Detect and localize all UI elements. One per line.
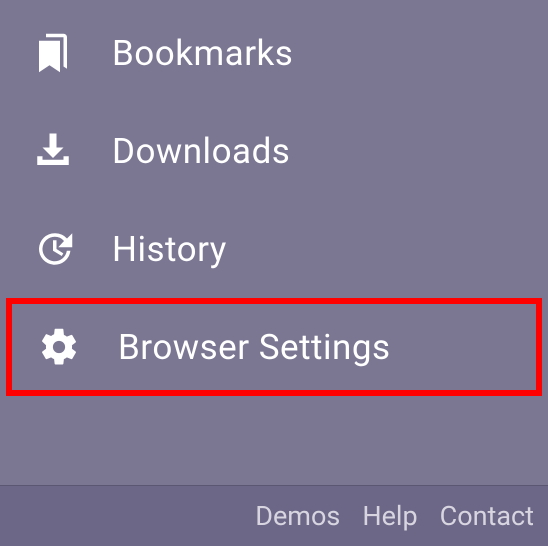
menu-label-bookmarks: Bookmarks (112, 33, 293, 74)
footer-link-contact[interactable]: Contact (440, 500, 534, 532)
sidebar-menu: Bookmarks Downloads History Browser Sett… (0, 0, 548, 485)
menu-item-browser-settings[interactable]: Browser Settings (6, 298, 542, 396)
footer-link-help[interactable]: Help (362, 500, 417, 532)
bookmarks-icon (32, 32, 74, 74)
gear-icon (38, 326, 80, 368)
menu-label-browser-settings: Browser Settings (118, 327, 391, 368)
menu-item-downloads[interactable]: Downloads (0, 102, 548, 200)
menu-label-downloads: Downloads (112, 131, 290, 172)
footer: Demos Help Contact (0, 485, 548, 546)
history-icon (32, 228, 74, 270)
footer-link-demos[interactable]: Demos (255, 500, 340, 532)
menu-item-bookmarks[interactable]: Bookmarks (0, 4, 548, 102)
menu-label-history: History (112, 229, 227, 270)
menu-item-history[interactable]: History (0, 200, 548, 298)
download-icon (32, 130, 74, 172)
